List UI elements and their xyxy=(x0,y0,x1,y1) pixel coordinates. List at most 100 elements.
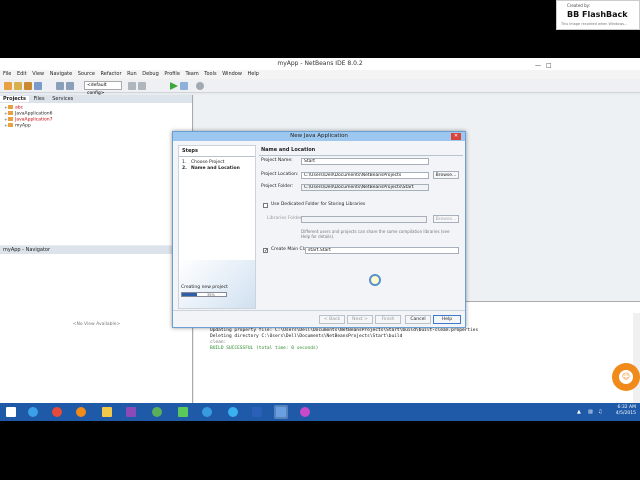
menu-profile[interactable]: Profile xyxy=(164,71,180,77)
tab-files[interactable]: Files xyxy=(31,96,48,102)
window-titlebar: myApp - NetBeans IDE 8.0.2 — □ xyxy=(0,58,640,70)
open-project-icon[interactable] xyxy=(24,82,32,90)
undo-icon[interactable] xyxy=(56,82,64,90)
debug-icon[interactable] xyxy=(180,82,188,90)
menu-file[interactable]: File xyxy=(3,71,11,77)
project-icon xyxy=(8,105,13,109)
progress-bar xyxy=(181,292,227,297)
dialog-title: New Java Application xyxy=(173,132,465,141)
new-java-application-dialog: New Java Application ✕ Steps 1. Choose Pr… xyxy=(172,131,466,328)
progress-percent: 35% xyxy=(207,293,215,297)
menu-window[interactable]: Window xyxy=(222,71,242,77)
save-all-icon[interactable] xyxy=(34,82,42,90)
create-main-checkbox[interactable]: ✓ xyxy=(263,248,268,254)
windows-taskbar: ▲ ▨ ♫ 6:32 AM 4/5/2015 xyxy=(0,403,640,421)
menu-refactor[interactable]: Refactor xyxy=(101,71,122,77)
redo-icon[interactable] xyxy=(66,82,74,90)
close-icon[interactable]: ✕ xyxy=(451,133,461,140)
project-name-input[interactable]: Start xyxy=(301,158,429,165)
steps-panel: Steps 1. Choose Project 2. Name and Locati… xyxy=(178,145,256,309)
watermark-title: BB FlashBack xyxy=(567,10,628,19)
netbeans-icon[interactable] xyxy=(274,405,288,419)
project-node[interactable]: + myApp xyxy=(0,123,192,129)
config-select[interactable]: <default config> xyxy=(84,81,122,96)
dedicated-folder-label: Use Dedicated Folder for Storing Librari… xyxy=(271,202,366,207)
steps-title: Steps xyxy=(179,146,255,157)
explorer-icon[interactable] xyxy=(100,405,114,419)
camtasia-icon[interactable] xyxy=(176,405,190,419)
media-icon[interactable] xyxy=(200,405,214,419)
app-icon[interactable] xyxy=(150,405,164,419)
dedicated-folder-checkbox[interactable] xyxy=(263,203,268,208)
volume-icon[interactable]: ♫ xyxy=(598,409,602,415)
watermark-subtext: This image recorded when Windows... xyxy=(561,22,628,26)
help-button[interactable]: Help xyxy=(433,315,461,324)
visual-studio-icon[interactable] xyxy=(124,405,138,419)
window-title: myApp - NetBeans IDE 8.0.2 xyxy=(277,60,363,67)
new-file-icon[interactable] xyxy=(4,82,12,90)
desktop-screen: myApp - NetBeans IDE 8.0.2 — □ File Edit… xyxy=(0,58,640,421)
project-label: JavaApplication7 xyxy=(15,117,53,123)
chat-widget-icon[interactable]: ☺ xyxy=(612,363,640,391)
project-location-label: Project Location: xyxy=(261,172,299,177)
libraries-folder-label: Libraries Folder: xyxy=(267,216,304,221)
menu-edit[interactable]: Edit xyxy=(17,71,27,77)
project-label: JavaApplication6 xyxy=(15,111,53,117)
network-icon[interactable]: ▨ xyxy=(588,409,593,415)
firefox-icon[interactable] xyxy=(74,405,88,419)
back-button[interactable]: < Back xyxy=(319,315,345,324)
project-folder-input[interactable]: C:\Users\Dell\Documents\NetBeansProjects… xyxy=(301,184,429,191)
build-icon[interactable] xyxy=(128,82,136,90)
project-icon xyxy=(8,123,13,127)
project-name-label: Project Name: xyxy=(261,158,293,163)
name-location-form: Name and Location Project Name: Start Pr… xyxy=(259,145,463,309)
menu-bar: File Edit View Navigate Source Refactor … xyxy=(0,70,640,79)
profile-icon[interactable] xyxy=(196,82,204,90)
step-item: 2. Name and Location xyxy=(182,166,240,171)
clean-build-icon[interactable] xyxy=(138,82,146,90)
flashback-watermark: Created by: BB FlashBack This image reco… xyxy=(556,0,640,30)
menu-debug[interactable]: Debug xyxy=(142,71,158,77)
menu-tools[interactable]: Tools xyxy=(204,71,216,77)
word-icon[interactable] xyxy=(250,405,264,419)
ie-icon[interactable] xyxy=(26,405,40,419)
skype-icon[interactable] xyxy=(226,405,240,419)
form-title: Name and Location xyxy=(259,145,463,156)
browse-libraries-button[interactable]: Browse... xyxy=(433,215,459,223)
tab-projects[interactable]: Projects xyxy=(0,96,30,102)
new-project-icon[interactable] xyxy=(14,82,22,90)
busy-cursor-icon xyxy=(369,274,381,286)
start-button[interactable] xyxy=(4,405,18,419)
menu-navigate[interactable]: Navigate xyxy=(50,71,72,77)
chrome-icon[interactable] xyxy=(50,405,64,419)
menu-help[interactable]: Help xyxy=(248,71,259,77)
steps-decoration xyxy=(179,260,255,308)
taskbar-clock[interactable]: 6:32 AM 4/5/2015 xyxy=(606,405,636,417)
menu-view[interactable]: View xyxy=(32,71,44,77)
navigator-panel: myApp - Navigator <No View Available> xyxy=(0,246,193,421)
menu-source[interactable]: Source xyxy=(78,71,95,77)
projects-panel: Projects Files Services + abc + JavaApplic… xyxy=(0,95,193,245)
menu-run[interactable]: Run xyxy=(127,71,137,77)
navigator-title: myApp - Navigator xyxy=(0,246,192,254)
output-line: BUILD SUCCESSFUL (total time: 0 seconds) xyxy=(210,346,319,351)
main-class-input[interactable]: start.Start xyxy=(305,247,459,254)
recorder-icon[interactable] xyxy=(298,405,312,419)
tray-arrow-icon[interactable]: ▲ xyxy=(577,409,581,415)
libraries-folder-input[interactable] xyxy=(301,216,427,223)
project-icon xyxy=(8,117,13,121)
projects-tabs: Projects Files Services xyxy=(0,95,192,103)
browse-location-button[interactable]: Browse... xyxy=(433,171,459,179)
project-icon xyxy=(8,111,13,115)
cancel-button[interactable]: Cancel xyxy=(405,315,431,324)
progress-label: Creating new project xyxy=(181,285,228,290)
dialog-footer: < Back Next > Finish Cancel Help xyxy=(173,310,465,327)
run-icon[interactable] xyxy=(170,82,178,90)
finish-button[interactable]: Finish xyxy=(375,315,401,324)
libraries-note: Different users and projects can share t… xyxy=(301,229,450,239)
tab-services[interactable]: Services xyxy=(49,96,76,102)
menu-team[interactable]: Team xyxy=(185,71,198,77)
next-button[interactable]: Next > xyxy=(347,315,373,324)
project-label: abc xyxy=(15,105,24,111)
project-location-input[interactable]: C:\Users\Dell\Documents\NetBeansProjects xyxy=(301,172,429,179)
